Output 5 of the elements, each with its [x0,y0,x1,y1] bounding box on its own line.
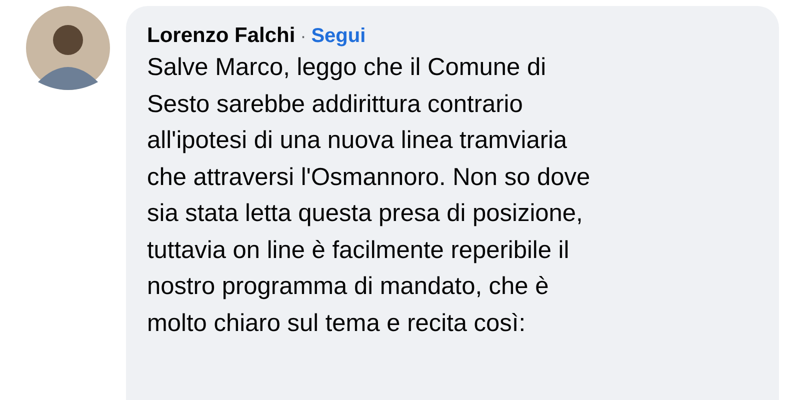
follow-link[interactable]: Segui [311,25,366,48]
comment-text: Salve Marco, leggo che il Comune di Sesto sarebbe addirittura contrario all'ipotesi di una nuova linea tramviaria che attraversi l'Osmannoro. Non so dove sia stata letta questa presa di posizione, tuttavia on line è facilmente reperibile il nostro programma di mandato, che è molto chiaro sul tema e recita così: [147,53,592,338]
avatar[interactable] [26,6,110,90]
separator-dot: · [300,26,306,47]
author-name[interactable]: Lorenzo Falchi [147,24,296,48]
